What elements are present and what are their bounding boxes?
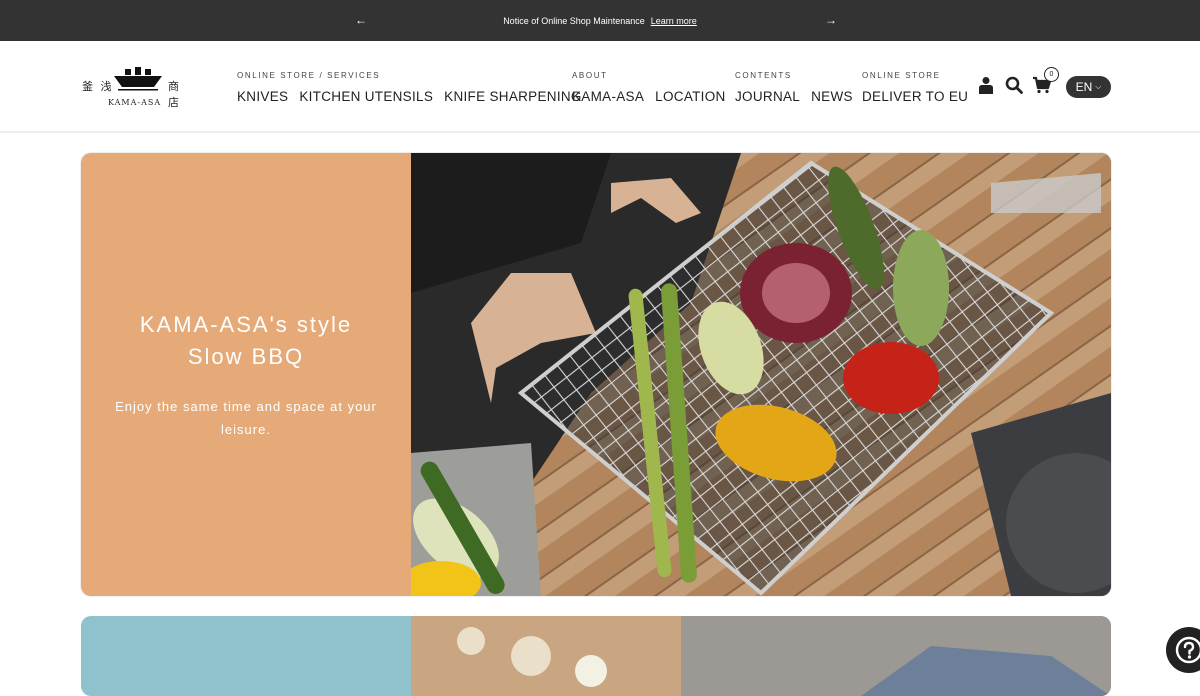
announcement-message: Notice of Online Shop Maintenance Learn … bbox=[503, 16, 697, 26]
nav-link-location[interactable]: LOCATION bbox=[655, 89, 725, 104]
hero-subtitle: Enjoy the same time and space at your le… bbox=[115, 398, 377, 437]
hero-title-line1: KAMA-ASA's style bbox=[139, 311, 353, 337]
nav-link-journal[interactable]: JOURNAL bbox=[735, 89, 800, 104]
announcement-bar: ← Notice of Online Shop Maintenance Lear… bbox=[0, 0, 1200, 41]
account-button[interactable] bbox=[975, 74, 997, 96]
chevron-down-icon: ⌵ bbox=[1095, 82, 1102, 91]
help-button[interactable] bbox=[1166, 627, 1200, 673]
nav-group-about: ABOUT KAMA-ASA LOCATION bbox=[572, 71, 726, 104]
account-icon bbox=[979, 77, 993, 94]
nav-link-kama-asa[interactable]: KAMA-ASA bbox=[572, 89, 644, 104]
search-icon bbox=[1005, 76, 1023, 94]
bbq-grill-photo bbox=[411, 153, 1111, 596]
language-selector[interactable]: EN ⌵ bbox=[1066, 76, 1111, 98]
site-header: 釜 浅 商 店 KAMA-ASA ONLINE STORE / SERVICES… bbox=[0, 41, 1200, 133]
logo-kanji-right: 商 店 bbox=[168, 80, 181, 109]
logo-kanji-left: 釜 浅 bbox=[82, 80, 114, 93]
language-label: EN bbox=[1075, 80, 1093, 94]
nav-link-deliver-to-eu[interactable]: DELIVER TO EU bbox=[862, 89, 968, 104]
announcement-text: Notice of Online Shop Maintenance bbox=[503, 15, 645, 26]
search-button[interactable] bbox=[1003, 74, 1025, 96]
header-icons: 0 bbox=[975, 67, 1059, 96]
cart-button[interactable]: 0 bbox=[1031, 67, 1059, 96]
hero-title: KAMA-ASA's style Slow BBQ bbox=[140, 309, 352, 373]
nav-category-label: ONLINE STORE bbox=[862, 71, 941, 80]
question-mark-icon bbox=[1175, 636, 1200, 664]
food-platter-photo bbox=[411, 616, 1111, 696]
nav-category-label: ABOUT bbox=[572, 71, 608, 80]
previous-announcement-button[interactable]: ← bbox=[353, 12, 369, 28]
hero-text-panel: KAMA-ASA's style Slow BBQ Enjoy the same… bbox=[81, 153, 411, 596]
learn-more-link[interactable]: Learn more bbox=[651, 16, 697, 26]
hero-title-line2: Slow BBQ bbox=[187, 343, 305, 369]
nav-link-knife-sharpening[interactable]: KNIFE SHARPENING bbox=[444, 89, 582, 104]
nav-link-news[interactable]: NEWS bbox=[811, 89, 853, 104]
hero-banner[interactable]: KAMA-ASA's style Slow BBQ Enjoy the same… bbox=[81, 153, 1111, 596]
logo-wordmark: KAMA-ASA bbox=[108, 98, 162, 107]
ship-logo-icon bbox=[114, 67, 162, 91]
nav-link-knives[interactable]: KNIVES bbox=[237, 89, 288, 104]
nav-group-contents: CONTENTS JOURNAL NEWS bbox=[735, 71, 853, 104]
nav-category-label: CONTENTS bbox=[735, 71, 792, 80]
cart-count-badge: 0 bbox=[1044, 67, 1059, 82]
second-banner[interactable] bbox=[81, 616, 1111, 696]
nav-category-label: ONLINE STORE / SERVICES bbox=[237, 71, 381, 80]
nav-group-services: ONLINE STORE / SERVICES KNIVES KITCHEN U… bbox=[237, 71, 582, 104]
logo[interactable]: 釜 浅 商 店 KAMA-ASA bbox=[80, 65, 196, 111]
nav-group-online-store: ONLINE STORE DELIVER TO EU bbox=[862, 71, 968, 104]
next-announcement-button[interactable]: → bbox=[823, 12, 839, 28]
nav-link-kitchen-utensils[interactable]: KITCHEN UTENSILS bbox=[299, 89, 433, 104]
